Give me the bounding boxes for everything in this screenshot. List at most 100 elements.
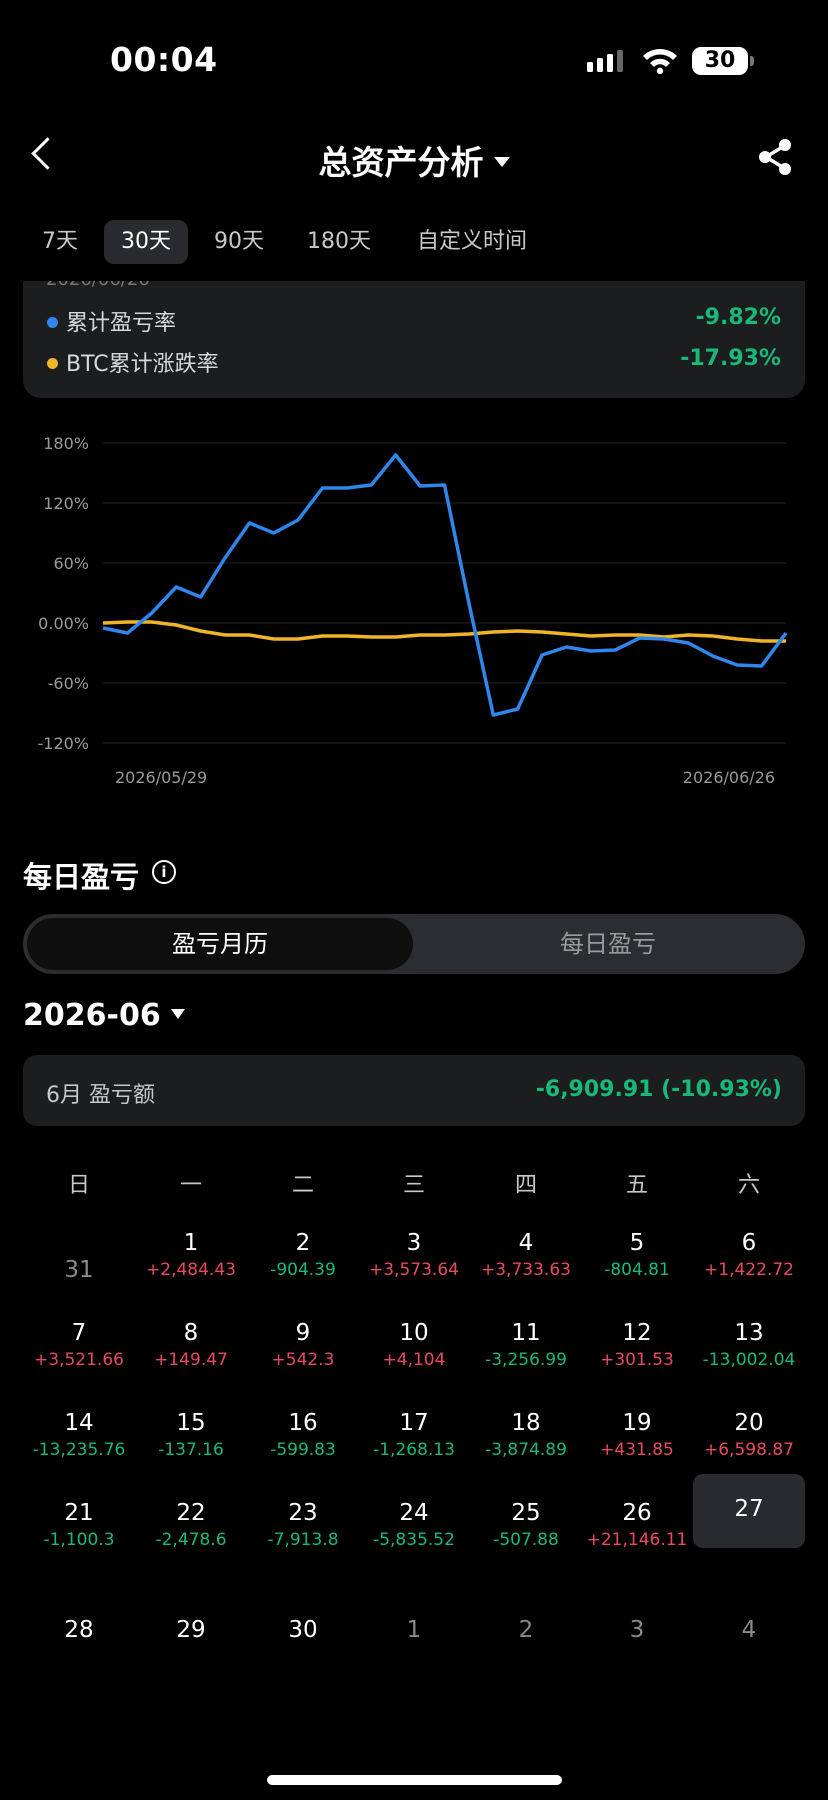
- calendar-day-pnl: -804.81: [604, 1260, 670, 1280]
- y-tick-label: -60%: [48, 674, 89, 693]
- calendar-day-number: 17: [399, 1410, 429, 1436]
- calendar-day[interactable]: 23 -7,913.8: [247, 1498, 359, 1552]
- calendar-day[interactable]: 7 +3,521.66: [23, 1318, 135, 1372]
- segment-daily[interactable]: 每日盈亏: [415, 918, 801, 970]
- legend-item-pnl-rate: 累计盈亏率: [47, 305, 176, 337]
- calendar-day[interactable]: 11 -3,256.99: [470, 1318, 582, 1372]
- calendar-day[interactable]: 3 +3,573.64: [358, 1228, 470, 1282]
- calendar-day[interactable]: 21 -1,100.3: [23, 1498, 135, 1552]
- calendar-day[interactable]: 2 -904.39: [247, 1228, 359, 1282]
- calendar-day-pnl: -507.88: [493, 1530, 559, 1550]
- calendar-day[interactable]: 28: [23, 1615, 135, 1645]
- home-indicator: [267, 1775, 562, 1785]
- calendar-day-number: 19: [622, 1410, 652, 1436]
- calendar-day-pnl: +431.85: [600, 1440, 674, 1460]
- calendar-day[interactable]: 22 -2,478.6: [135, 1498, 247, 1552]
- pnl-line-chart[interactable]: 180% 120% 60% 0.00% -60% -120% 2026/05/29 2026/…: [0, 420, 828, 800]
- calendar-day-number: 2: [295, 1230, 311, 1256]
- series-line-btc-rate: [102, 620, 786, 643]
- calendar-day[interactable]: 6 +1,422.72: [693, 1228, 805, 1282]
- chart-legend-card: 2026/06/26 累计盈亏率 -9.82% BTC累计涨跌率 -17.93%: [23, 281, 805, 398]
- calendar-day[interactable]: 30: [247, 1615, 359, 1645]
- calendar-day-today[interactable]: 27: [693, 1474, 805, 1548]
- calendar-day-number: 26: [622, 1500, 652, 1526]
- calendar-day[interactable]: 31: [23, 1240, 135, 1285]
- calendar-day-number: 14: [64, 1410, 94, 1436]
- calendar-day[interactable]: 1: [358, 1615, 470, 1645]
- calendar-day-number: 31: [64, 1257, 94, 1283]
- calendar-day-number: 24: [399, 1500, 429, 1526]
- calendar-day-pnl: +2,484.43: [146, 1260, 236, 1280]
- calendar-day[interactable]: 5 -804.81: [581, 1228, 693, 1282]
- calendar-day-number: 21: [64, 1500, 94, 1526]
- calendar-day[interactable]: 4 +3,733.63: [470, 1228, 582, 1282]
- calendar-day[interactable]: 16 -599.83: [247, 1408, 359, 1462]
- calendar-day[interactable]: 14 -13,235.76: [23, 1408, 135, 1462]
- calendar-day-number: 6: [741, 1230, 757, 1256]
- calendar-day-number: 1: [183, 1230, 199, 1256]
- month-selector[interactable]: 2026-06: [23, 998, 185, 1033]
- calendar-day[interactable]: 24 -5,835.52: [358, 1498, 470, 1552]
- calendar-day[interactable]: 13 -13,002.04: [693, 1318, 805, 1372]
- calendar-day-number: 7: [71, 1320, 87, 1346]
- info-icon[interactable]: i: [152, 860, 176, 884]
- calendar-day-pnl: -3,874.89: [485, 1440, 567, 1460]
- series-line-pnl-rate: [102, 453, 788, 717]
- share-icon[interactable]: [756, 138, 794, 176]
- calendar-day-number: 2: [518, 1617, 534, 1643]
- calendar-day-number: 9: [295, 1320, 311, 1346]
- weekday-header: 四: [514, 1173, 537, 1198]
- tab-7d[interactable]: 7天: [30, 220, 90, 264]
- calendar-day[interactable]: 10 +4,104: [358, 1318, 470, 1372]
- tab-30d[interactable]: 30天: [104, 220, 188, 264]
- calendar-day-pnl: +3,733.63: [481, 1260, 571, 1280]
- month-summary-label: 6月 盈亏额: [46, 1083, 155, 1108]
- calendar-day-number: 28: [64, 1617, 94, 1643]
- calendar-day[interactable]: 1 +2,484.43: [135, 1228, 247, 1282]
- weekday-header: 日: [67, 1173, 90, 1198]
- calendar-day-number: 10: [399, 1320, 429, 1346]
- weekday-header: 五: [625, 1173, 648, 1198]
- calendar-day[interactable]: 29: [135, 1615, 247, 1645]
- calendar-day-pnl: +3,573.64: [369, 1260, 459, 1280]
- calendar-day[interactable]: 4: [693, 1615, 805, 1645]
- month-summary-card: 6月 盈亏额 -6,909.91 (-10.93%): [23, 1055, 805, 1126]
- calendar-day-pnl: -1,100.3: [43, 1530, 115, 1550]
- legend-date-clipped: 2026/06/26: [46, 281, 150, 290]
- calendar-day-pnl: -137.16: [158, 1440, 224, 1460]
- calendar-day[interactable]: 3: [581, 1615, 693, 1645]
- status-time: 00:04: [110, 40, 218, 79]
- daily-pnl-title: 每日盈亏: [23, 860, 140, 894]
- calendar-day-pnl: +542.3: [271, 1350, 335, 1370]
- x-tick-label: 2026/06/26: [683, 768, 775, 787]
- calendar-day[interactable]: 26 +21,146.11: [581, 1498, 693, 1552]
- calendar-day[interactable]: 9 +542.3: [247, 1318, 359, 1372]
- calendar-day[interactable]: 8 +149.47: [135, 1318, 247, 1372]
- tab-90d[interactable]: 90天: [202, 220, 276, 264]
- calendar-day[interactable]: 17 -1,268.13: [358, 1408, 470, 1462]
- tab-custom-time[interactable]: 自定义时间: [402, 220, 542, 264]
- calendar-day-number: 3: [406, 1230, 422, 1256]
- calendar-day[interactable]: 18 -3,874.89: [470, 1408, 582, 1462]
- calendar-day[interactable]: 2: [470, 1615, 582, 1645]
- legend-item-btc-rate: BTC累计涨跌率: [47, 346, 219, 378]
- calendar-day-number: 20: [734, 1410, 764, 1436]
- segment-calendar[interactable]: 盈亏月历: [27, 918, 413, 970]
- calendar-day-pnl: +301.53: [600, 1350, 674, 1370]
- calendar-day-number: 5: [629, 1230, 645, 1256]
- calendar-day[interactable]: 25 -507.88: [470, 1498, 582, 1552]
- calendar-day[interactable]: 20 +6,598.87: [693, 1408, 805, 1462]
- legend-value-pnl-rate: -9.82%: [695, 305, 781, 330]
- caret-down-icon: [493, 156, 510, 167]
- calendar-day-pnl: -1,268.13: [373, 1440, 455, 1460]
- calendar-day-pnl: -7,913.8: [267, 1530, 339, 1550]
- page-title[interactable]: 总资产分析: [0, 136, 828, 184]
- calendar-day-number: 11: [511, 1320, 541, 1346]
- calendar-day-pnl: +21,146.11: [586, 1530, 688, 1550]
- calendar-day[interactable]: 15 -137.16: [135, 1408, 247, 1462]
- weekday-header: 二: [291, 1173, 314, 1198]
- tab-180d[interactable]: 180天: [296, 220, 382, 264]
- calendar-day[interactable]: 12 +301.53: [581, 1318, 693, 1372]
- weekday-header: 六: [737, 1173, 760, 1198]
- calendar-day[interactable]: 19 +431.85: [581, 1408, 693, 1462]
